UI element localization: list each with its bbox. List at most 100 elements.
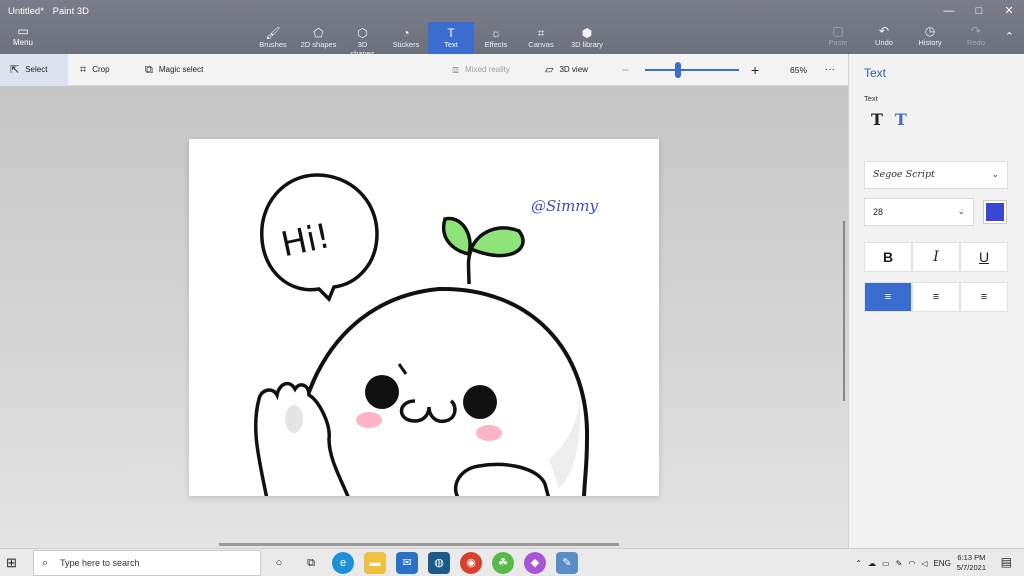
align-center-icon[interactable]: ≡ xyxy=(912,282,960,312)
volume-icon[interactable]: ◁ xyxy=(921,559,927,568)
chevron-down-icon: ⌄ xyxy=(957,207,965,217)
dell-icon[interactable]: ◍ xyxy=(428,552,450,574)
battery-icon[interactable]: ▭ xyxy=(882,559,890,568)
font-dropdown[interactable]: Segoe Script ⌄ xyxy=(864,161,1008,189)
file-explorer-icon[interactable]: ▬ xyxy=(364,552,386,574)
mixed-reality-button[interactable]: ⧈ Mixed reality xyxy=(452,54,510,86)
italic-button[interactable]: I xyxy=(912,242,960,272)
taskbar-apps: ○ ⧉ e ▬ ✉ ◍ ◉ ☘ ◆ ✎ xyxy=(268,552,578,574)
sprout-leaf-left xyxy=(441,216,472,257)
zoom-out-button[interactable]: − xyxy=(622,54,629,86)
mixed-reality-icon: ⧈ xyxy=(452,64,459,76)
edge-icon[interactable]: e xyxy=(332,552,354,574)
redo-icon: ↷ xyxy=(970,24,982,38)
font-size-dropdown[interactable]: 28 ⌄ xyxy=(864,198,974,226)
paste-button[interactable]: ▢ Paste xyxy=(815,24,861,47)
vertical-scrollbar[interactable] xyxy=(843,221,845,401)
notification-icon[interactable]: ▤ xyxy=(1001,555,1012,569)
collapse-chevron-icon[interactable]: ⌃ xyxy=(1005,30,1014,43)
cortana-icon[interactable]: ○ xyxy=(268,552,290,574)
align-right-icon[interactable]: ≡ xyxy=(960,282,1008,312)
task-view-icon[interactable]: ⧉ xyxy=(300,552,322,574)
onedrive-icon[interactable]: ☁ xyxy=(868,559,876,568)
tool-3d-library[interactable]: ⬢ 3D library xyxy=(564,22,610,54)
tool-text[interactable]: T Text xyxy=(428,22,474,54)
2d-text-icon[interactable]: T xyxy=(871,110,883,129)
library-icon: ⬢ xyxy=(581,26,593,40)
minimize-button[interactable]: — xyxy=(934,0,964,22)
workspace: Hi! @Simmy xyxy=(0,86,848,548)
chrome-icon[interactable]: ◉ xyxy=(460,552,482,574)
canvas-drawing: Hi! @Simmy xyxy=(253,173,599,501)
text-icon: T xyxy=(447,26,455,40)
close-button[interactable]: ✕ xyxy=(994,0,1024,22)
character-body xyxy=(294,286,590,501)
time: 6:13 PM xyxy=(957,553,986,562)
cursor-icon: ⇱ xyxy=(10,64,20,76)
crop-icon: ⌗ xyxy=(80,64,87,76)
paint-3d-icon[interactable]: ◆ xyxy=(524,552,546,574)
sprout-stem xyxy=(466,250,473,285)
maximize-button[interactable]: □ xyxy=(964,0,994,22)
search-placeholder: Type here to search xyxy=(60,558,140,568)
app-name: Paint 3D xyxy=(52,6,89,17)
text-panel: Text Text T T Segoe Script ⌄ 28 ⌄ B I U … xyxy=(848,54,1024,548)
zoom-percent: 65% xyxy=(790,65,808,75)
cube-icon: ⬡ xyxy=(357,26,368,40)
history-button[interactable]: ◷ History xyxy=(907,24,953,47)
zoom-slider[interactable] xyxy=(645,69,739,71)
drawing-canvas[interactable]: Hi! @Simmy xyxy=(189,139,659,501)
3d-view-icon: ▱ xyxy=(545,64,554,76)
alignment-buttons: ≡ ≡ ≡ xyxy=(864,282,1008,312)
tool-brushes[interactable]: 🖌 Brushes xyxy=(250,22,296,54)
taskbar: ⊞ ⌕ Type here to search ○ ⧉ e ▬ ✉ ◍ ◉ ☘ … xyxy=(0,548,1024,576)
3d-view-button[interactable]: ▱ 3D view xyxy=(545,54,588,86)
effects-icon: ☼ xyxy=(490,26,502,40)
paw-shadow xyxy=(285,405,303,433)
panel-sub-label: Text xyxy=(864,94,878,103)
redo-button[interactable]: ↷ Redo xyxy=(953,24,999,47)
magic-select-button[interactable]: ⧉ Magic select xyxy=(145,54,203,86)
tool-canvas[interactable]: ⌗ Canvas xyxy=(518,22,564,54)
tool-stickers[interactable]: ◔ Stickers xyxy=(384,22,428,54)
sprout-leaf-right xyxy=(468,226,525,258)
magic-select-icon: ⧉ xyxy=(145,64,153,76)
align-left-icon[interactable]: ≡ xyxy=(864,282,912,312)
selection-toolbar: ⇱ Select ⌗ Crop ⧉ Magic select ⧈ Mixed reali… xyxy=(0,54,848,86)
menu-label: Menu xyxy=(12,38,33,47)
window-controls: — □ ✕ xyxy=(934,0,1024,22)
tool-effects[interactable]: ☼ Effects xyxy=(474,22,518,54)
shapes-2d-icon: ⬠ xyxy=(313,26,324,40)
bold-button[interactable]: B xyxy=(864,242,912,272)
select-button[interactable]: ⇱ Select xyxy=(0,54,68,86)
language-indicator[interactable]: ENG xyxy=(933,559,950,568)
paint-icon[interactable]: ✎ xyxy=(556,552,578,574)
green-app-icon[interactable]: ☘ xyxy=(492,552,514,574)
canvas-icon: ⌗ xyxy=(537,26,545,40)
brush-icon: 🖌 xyxy=(265,26,281,40)
windows-start-icon[interactable]: ⊞ xyxy=(6,555,17,571)
font-value: Segoe Script xyxy=(873,169,935,180)
clock[interactable]: 6:13 PM 5/7/2021 xyxy=(957,553,986,573)
mail-icon[interactable]: ✉ xyxy=(396,552,418,574)
wifi-icon[interactable]: ◠ xyxy=(908,559,915,568)
text-color-swatch[interactable] xyxy=(983,200,1007,224)
tool-3d-shapes[interactable]: ⬡3D shapes xyxy=(341,22,384,58)
zoom-slider-thumb[interactable] xyxy=(674,62,681,78)
undo-button[interactable]: ↶ Undo xyxy=(861,24,907,47)
tool-2d-shapes[interactable]: ⬠ 2D shapes xyxy=(296,22,341,54)
more-options-button[interactable]: ··· xyxy=(825,54,835,86)
horizontal-scrollbar[interactable] xyxy=(219,543,619,546)
pen-icon[interactable]: ✎ xyxy=(896,559,903,568)
zoom-in-button[interactable]: + xyxy=(751,54,759,86)
date: 5/7/2021 xyxy=(956,563,986,572)
chevron-up-icon[interactable]: ⌃ xyxy=(855,559,862,568)
crop-button[interactable]: ⌗ Crop xyxy=(80,54,110,86)
font-size-value: 28 xyxy=(873,207,884,217)
paste-icon: ▢ xyxy=(832,24,844,38)
menu-button[interactable]: ▭ Menu xyxy=(6,24,40,50)
underline-button[interactable]: U xyxy=(960,242,1008,272)
panel-title: Text xyxy=(864,66,887,80)
taskbar-search[interactable]: ⌕ Type here to search xyxy=(33,550,261,576)
3d-text-icon[interactable]: T xyxy=(895,110,907,129)
